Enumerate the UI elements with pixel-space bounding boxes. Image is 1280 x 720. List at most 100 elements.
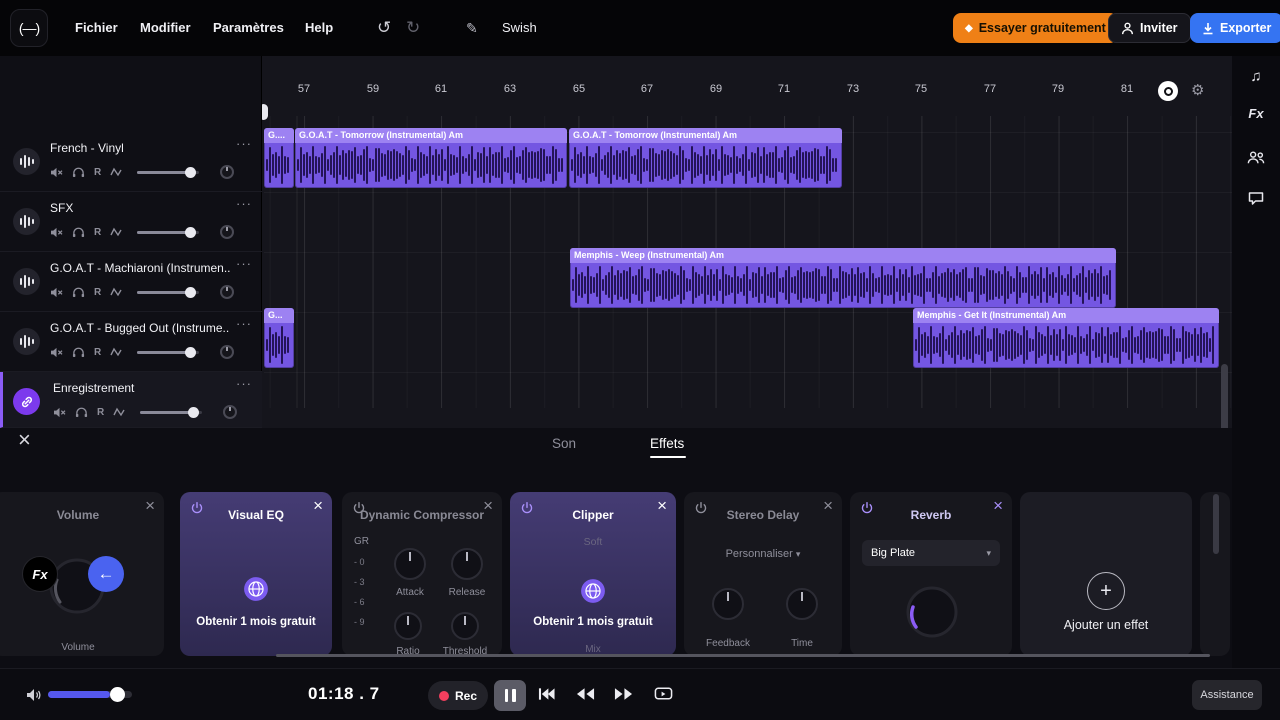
headphones-solo-icon[interactable] (75, 406, 88, 418)
threshold-knob[interactable] (451, 612, 479, 640)
track-name[interactable]: Enregistrement (53, 381, 233, 395)
track-menu-button[interactable]: ··· (236, 316, 252, 331)
reverb-preset-select[interactable]: Big Plate ▾ (862, 540, 1000, 566)
audio-clip[interactable]: G.... (264, 128, 294, 188)
premium-cta[interactable]: Obtenir 1 mois gratuit (180, 616, 332, 628)
slider-thumb[interactable] (185, 226, 197, 238)
master-volume-slider[interactable] (48, 687, 132, 702)
release-knob[interactable] (451, 548, 483, 580)
mute-icon[interactable] (50, 167, 63, 178)
slider-thumb[interactable] (185, 346, 197, 358)
audio-clip[interactable]: Memphis - Weep (Instrumental) Am (570, 248, 1116, 308)
close-drawer-icon[interactable]: × (18, 429, 31, 451)
delay-preset-select[interactable]: Personnaliser ▾ (684, 548, 842, 560)
track-volume-slider[interactable] (137, 346, 200, 358)
track-row[interactable]: G.O.A.T - Bugged Out (Instrume... ··· R (0, 312, 262, 372)
assistance-button[interactable]: Assistance (1192, 680, 1262, 710)
master-volume-icon[interactable] (26, 688, 42, 702)
slider-thumb[interactable] (185, 286, 197, 298)
track-row[interactable]: French - Vinyl ··· R (0, 132, 262, 192)
rewind-icon[interactable] (576, 687, 595, 701)
plus-icon[interactable]: + (1087, 572, 1125, 610)
try-premium-button[interactable]: ◆ Essayer gratuitement (953, 13, 1118, 43)
app-logo[interactable]: (—) (10, 9, 48, 47)
export-button[interactable]: Exporter (1190, 13, 1280, 43)
pan-knob[interactable] (220, 285, 235, 299)
effects-horizontal-scrollbar[interactable] (276, 654, 1210, 657)
premium-cta[interactable]: Obtenir 1 mois gratuit (510, 616, 676, 628)
track-row-selected[interactable]: Enregistrement ··· R (0, 372, 262, 428)
track-volume-slider[interactable] (137, 286, 200, 298)
effect-card-dynamic-compressor[interactable]: × Dynamic Compressor GR - 0 - 3 - 6 - 9 … (342, 492, 502, 656)
automation-icon[interactable] (110, 227, 122, 237)
audio-clip[interactable]: Memphis - Get It (Instrumental) Am (913, 308, 1219, 368)
effects-vertical-scrollbar[interactable] (1213, 494, 1219, 554)
record-arm-button[interactable]: R (94, 227, 101, 238)
loops-music-note-icon[interactable]: ♫ (1250, 68, 1261, 85)
track-menu-button[interactable]: ··· (236, 256, 252, 271)
pan-knob[interactable] (223, 405, 238, 419)
pause-button[interactable] (494, 680, 526, 711)
pan-knob[interactable] (220, 225, 235, 239)
timeline-settings-gear-icon[interactable]: ⚙ (1191, 81, 1204, 99)
automation-icon[interactable] (110, 347, 122, 357)
add-effect-card[interactable]: + Ajouter un effet (1020, 492, 1192, 656)
track-row[interactable]: SFX ··· R (0, 192, 262, 252)
menu-parametres[interactable]: Paramètres (213, 0, 284, 56)
ratio-knob[interactable] (394, 612, 422, 640)
track-volume-slider[interactable] (140, 406, 203, 418)
automation-icon[interactable] (113, 407, 125, 417)
track-volume-slider[interactable] (137, 226, 200, 238)
back-arrow-button[interactable]: ← (88, 556, 124, 592)
fast-forward-icon[interactable] (614, 687, 633, 701)
chat-icon[interactable] (1248, 190, 1264, 205)
rename-pencil-icon[interactable]: ✎ (466, 0, 478, 56)
menu-help[interactable]: Help (305, 0, 333, 56)
tab-son[interactable]: Son (552, 436, 576, 451)
track-menu-button[interactable]: ··· (236, 376, 252, 391)
headphones-solo-icon[interactable] (72, 166, 85, 178)
effect-card-stereo-delay[interactable]: × Stereo Delay Personnaliser ▾ Feedback … (684, 492, 842, 656)
record-arm-button[interactable]: R (94, 287, 101, 298)
volume-thumb[interactable] (110, 687, 125, 702)
menu-modifier[interactable]: Modifier (140, 0, 191, 56)
headphones-solo-icon[interactable] (72, 346, 85, 358)
project-title[interactable]: Swish (502, 0, 537, 56)
mute-icon[interactable] (50, 287, 63, 298)
skip-to-start-icon[interactable] (538, 687, 555, 701)
remove-effect-icon[interactable]: × (145, 496, 155, 516)
menu-fichier[interactable]: Fichier (75, 0, 118, 56)
feedback-knob[interactable] (712, 588, 744, 620)
effect-card-visual-eq[interactable]: × Visual EQ Obtenir 1 mois gratuit (180, 492, 332, 656)
audio-clip[interactable]: G.O.A.T - Tomorrow (Instrumental) Am (569, 128, 842, 188)
slider-thumb[interactable] (188, 406, 200, 418)
record-arm-button[interactable]: R (94, 167, 101, 178)
audio-clip[interactable]: G... (264, 308, 294, 368)
tab-effets[interactable]: Effets (650, 436, 684, 451)
record-arm-button[interactable]: R (97, 407, 104, 418)
track-name[interactable]: G.O.A.T - Machiaroni (Instrumen... (50, 261, 230, 275)
attack-knob[interactable] (394, 548, 426, 580)
reverb-knob[interactable] (904, 584, 960, 640)
headphones-solo-icon[interactable] (72, 286, 85, 298)
effect-card-reverb[interactable]: × Reverb Big Plate ▾ (850, 492, 1012, 656)
track-name[interactable]: SFX (50, 201, 230, 215)
track-volume-slider[interactable] (137, 166, 200, 178)
undo-icon[interactable]: ↺ (377, 0, 391, 56)
time-knob[interactable] (786, 588, 818, 620)
pan-knob[interactable] (220, 345, 235, 359)
mute-icon[interactable] (50, 227, 63, 238)
mute-icon[interactable] (53, 407, 66, 418)
invite-button[interactable]: Inviter (1108, 13, 1191, 43)
pan-knob[interactable] (220, 165, 235, 179)
redo-icon[interactable]: ↻ (406, 0, 420, 56)
clip-lane-grid[interactable]: G.... G.O.A.T - Tomorrow (Instrumental) … (264, 116, 1232, 408)
record-button[interactable]: Rec (428, 681, 488, 710)
headphones-solo-icon[interactable] (72, 226, 85, 238)
record-arm-button[interactable]: R (94, 347, 101, 358)
track-name[interactable]: French - Vinyl (50, 141, 230, 155)
track-name[interactable]: G.O.A.T - Bugged Out (Instrume... (50, 321, 230, 335)
track-menu-button[interactable]: ··· (236, 136, 252, 151)
record-arm-all-icon[interactable] (1158, 81, 1178, 101)
track-menu-button[interactable]: ··· (236, 196, 252, 211)
